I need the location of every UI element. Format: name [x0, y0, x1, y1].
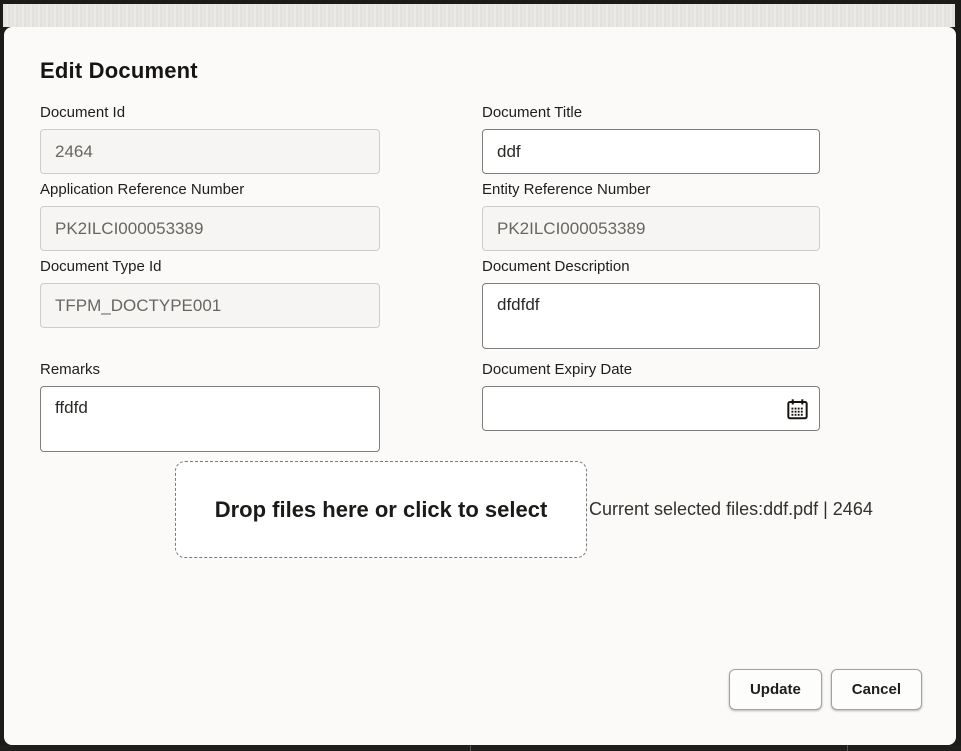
- remarks-label: Remarks: [40, 360, 380, 380]
- calendar-picker-button[interactable]: [784, 396, 810, 422]
- edit-document-dialog: Edit Document Document Id Document Title…: [4, 27, 956, 745]
- entity-reference-number-label: Entity Reference Number: [482, 180, 820, 200]
- field-document-type-id: Document Type Id: [40, 257, 380, 354]
- application-reference-number-label: Application Reference Number: [40, 180, 380, 200]
- application-reference-number-input: [40, 206, 380, 251]
- document-title-label: Document Title: [482, 103, 820, 123]
- document-id-label: Document Id: [40, 103, 380, 123]
- document-title-input[interactable]: [482, 129, 820, 174]
- field-document-title: Document Title: [482, 103, 820, 174]
- background-page-bottom: [0, 745, 961, 751]
- file-dropzone[interactable]: Drop files here or click to select: [175, 461, 587, 558]
- field-document-expiry-date: Document Expiry Date: [482, 360, 820, 457]
- field-document-id: Document Id: [40, 103, 380, 174]
- document-type-id-label: Document Type Id: [40, 257, 380, 277]
- dialog-title: Edit Document: [40, 58, 956, 83]
- update-button[interactable]: Update: [729, 669, 822, 710]
- edit-document-form: Document Id Document Title Application R…: [40, 103, 956, 457]
- document-description-textarea[interactable]: dfdfdf: [482, 283, 820, 349]
- selected-files-text: Current selected files:ddf.pdf | 2464: [589, 499, 873, 520]
- background-page-strip: [3, 4, 955, 27]
- field-application-reference-number: Application Reference Number: [40, 180, 380, 251]
- upload-section: Drop files here or click to select Curre…: [175, 461, 956, 558]
- field-document-description: Document Description dfdfdf: [482, 257, 820, 354]
- document-id-input: [40, 129, 380, 174]
- background-divider: [470, 745, 471, 751]
- entity-reference-number-input: [482, 206, 820, 251]
- document-type-id-input: [40, 283, 380, 328]
- remarks-textarea[interactable]: ffdfd: [40, 386, 380, 452]
- cancel-button[interactable]: Cancel: [831, 669, 922, 710]
- field-entity-reference-number: Entity Reference Number: [482, 180, 820, 251]
- dropzone-label: Drop files here or click to select: [215, 497, 548, 523]
- background-divider: [847, 745, 848, 751]
- field-remarks: Remarks ffdfd: [40, 360, 380, 457]
- dialog-footer: Update Cancel: [729, 669, 922, 710]
- document-expiry-date-label: Document Expiry Date: [482, 360, 820, 380]
- document-description-label: Document Description: [482, 257, 820, 277]
- screen: Edit Document Document Id Document Title…: [0, 0, 961, 751]
- document-expiry-date-input[interactable]: [482, 386, 820, 431]
- calendar-icon: [785, 397, 810, 422]
